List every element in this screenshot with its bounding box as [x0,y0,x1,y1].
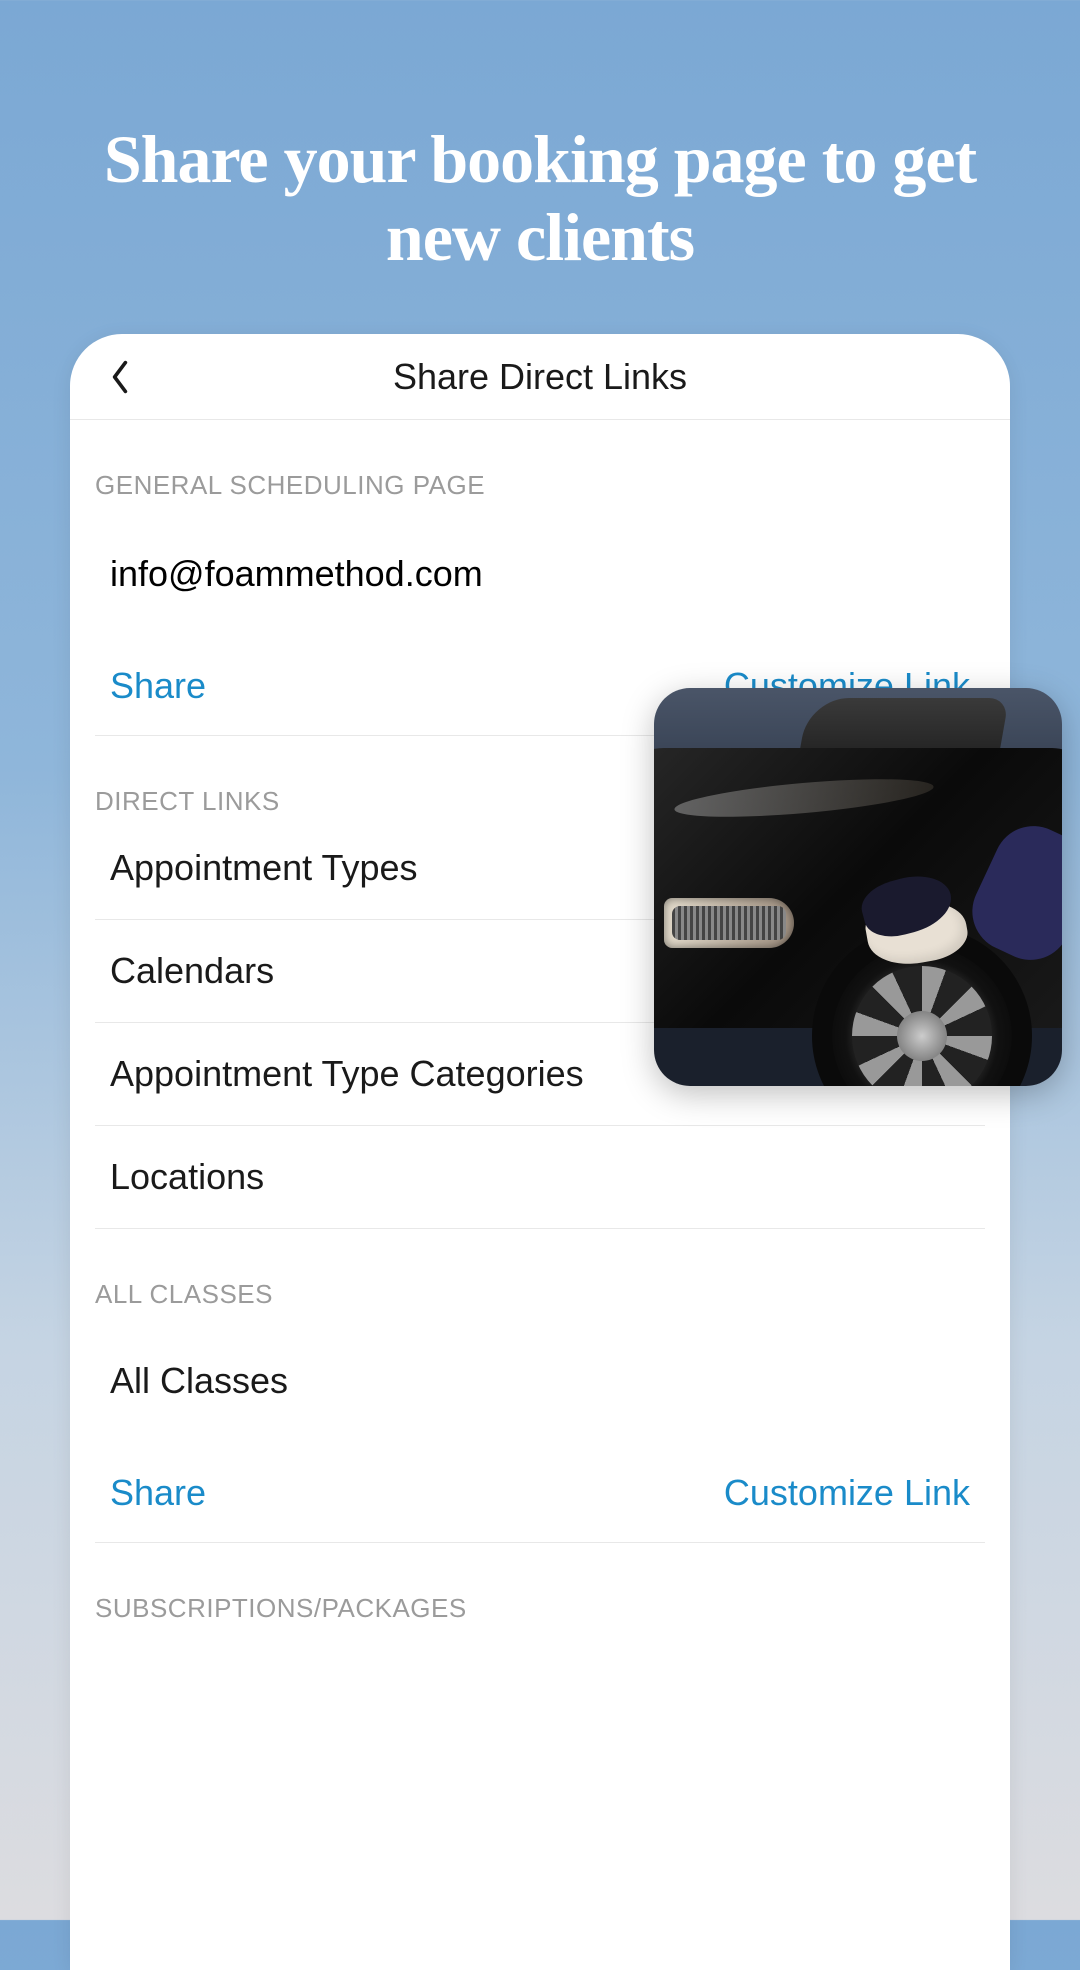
action-row-classes: Share Customize Link [95,1402,985,1543]
promo-heading: Share your booking page to get new clien… [0,0,1080,276]
section-label-general: GENERAL SCHEDULING PAGE [95,420,985,501]
page-title: Share Direct Links [393,356,687,398]
section-label-subscriptions: SUBSCRIPTIONS/PACKAGES [95,1543,985,1624]
all-classes-title: All Classes [95,1310,985,1402]
chevron-left-icon [109,359,131,395]
app-header: Share Direct Links [70,334,1010,420]
link-item-locations[interactable]: Locations [95,1126,985,1229]
share-button[interactable]: Share [110,665,206,707]
customize-link-button-classes[interactable]: Customize Link [724,1472,970,1514]
section-label-all-classes: ALL CLASSES [95,1229,985,1310]
phone-frame: Share Direct Links GENERAL SCHEDULING PA… [70,334,1010,1970]
share-button-classes[interactable]: Share [110,1472,206,1514]
promo-image-car-detailing [654,688,1062,1086]
email-value: info@foammethod.com [95,501,985,595]
back-button[interactable] [100,357,140,397]
